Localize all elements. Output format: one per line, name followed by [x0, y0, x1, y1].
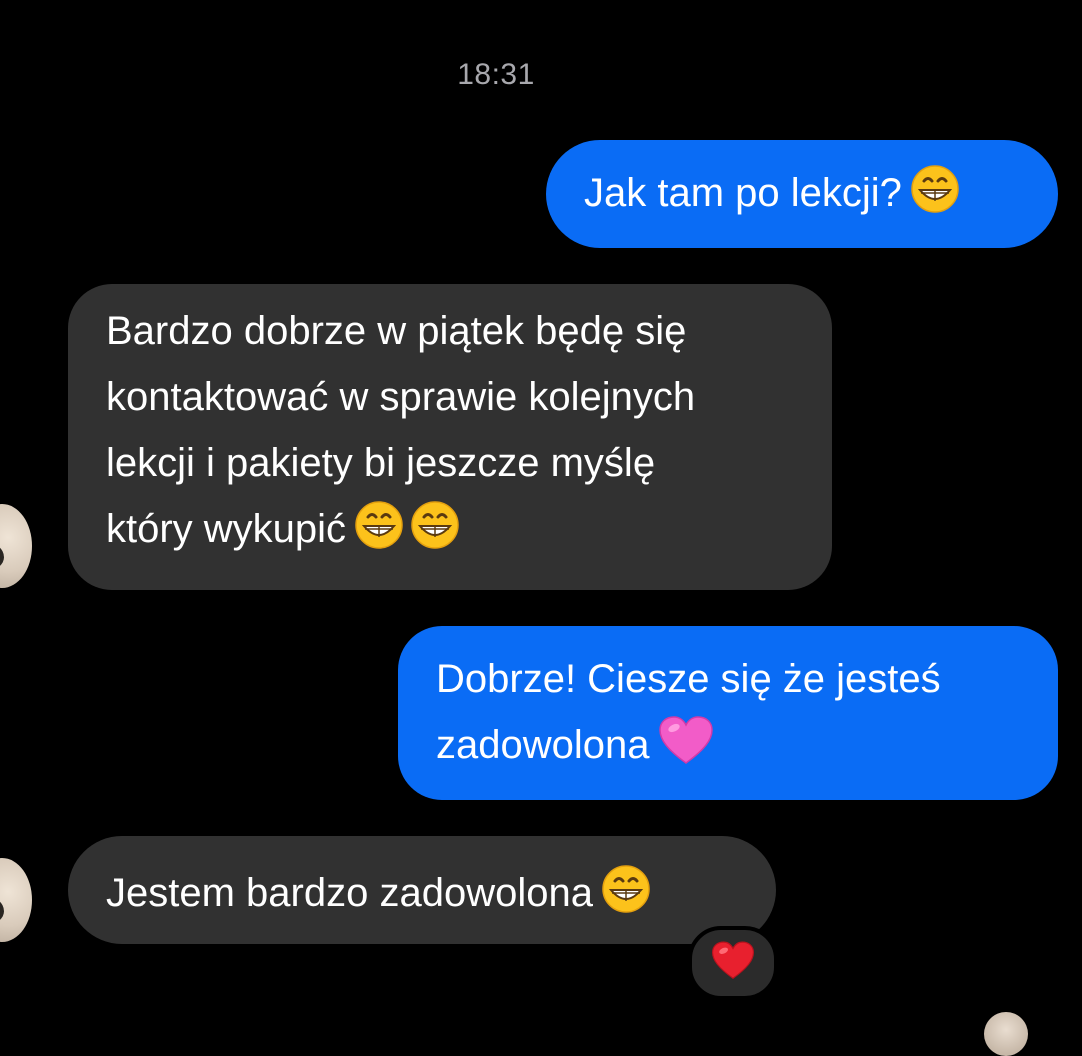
incoming-message-bubble[interactable]: Jestem bardzo zadowolona: [68, 836, 776, 944]
message-text-line: kontaktować w sprawie kolejnych: [106, 375, 696, 419]
message-text: Jestem bardzo zadowolona: [106, 871, 593, 915]
contact-avatar[interactable]: [0, 504, 32, 588]
outgoing-message-bubble[interactable]: Dobrze! Ciesze się że jesteś zadowolona: [398, 626, 1058, 800]
avatar-photo-detail: [0, 896, 4, 924]
read-receipt-avatar: [984, 1012, 1028, 1056]
grinning-face-emoji-icon: [354, 500, 404, 570]
pink-heart-emoji-icon: [658, 716, 714, 786]
grinning-face-emoji-icon: [910, 164, 960, 234]
outgoing-message-bubble[interactable]: Jak tam po lekcji?: [546, 140, 1058, 248]
message-text-line: Dobrze! Ciesze się że jesteś: [436, 657, 941, 701]
message-text-line: który wykupić: [106, 507, 347, 551]
avatar-photo-detail: [0, 542, 4, 570]
incoming-message-bubble[interactable]: Bardzo dobrze w piątek będę się kontakto…: [68, 284, 832, 590]
message-timestamp: 18:31: [457, 58, 535, 91]
grinning-face-emoji-icon: [410, 500, 460, 570]
message-text: Jak tam po lekcji?: [584, 171, 902, 215]
message-text-line: zadowolona: [436, 723, 650, 767]
red-heart-icon: [711, 941, 755, 986]
message-reaction[interactable]: [688, 926, 778, 1000]
grinning-face-emoji-icon: [601, 864, 651, 934]
contact-avatar[interactable]: [0, 858, 32, 942]
message-text-line: Bardzo dobrze w piątek będę się: [106, 309, 687, 353]
message-text-line: lekcji i pakiety bi jeszcze myślę: [106, 441, 656, 485]
